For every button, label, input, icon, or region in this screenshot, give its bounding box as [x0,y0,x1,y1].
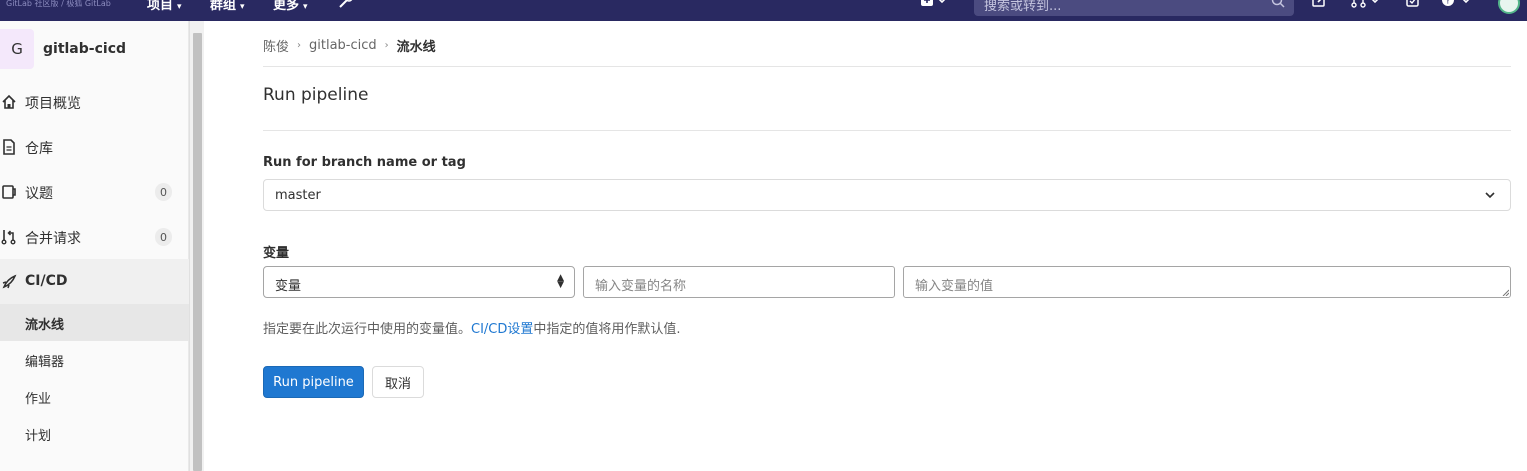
search-input[interactable]: 搜索或转到... [974,0,1294,16]
sidebar-item-overview[interactable]: 项目概览 [0,79,189,124]
breadcrumb: 陈俊 › gitlab-cicd › 流水线 [263,36,436,55]
sidebar-item-issues[interactable]: 议题 0 [0,169,189,214]
project-name[interactable]: gitlab-cicd [43,41,126,57]
cancel-button[interactable]: 取消 [372,366,424,398]
run-pipeline-button[interactable]: Run pipeline [263,366,364,398]
search-placeholder: 搜索或转到... [984,0,1062,14]
sidebar-item-merge-requests[interactable]: 合并请求 0 [0,214,189,259]
merge-request-icon [1,230,16,245]
cicd-settings-link[interactable]: CI/CD设置 [471,322,533,337]
search-icon [1271,0,1285,8]
nav-more[interactable]: 更多 ▾ [273,0,308,13]
variables-label: 变量 [263,246,290,261]
variable-type-select[interactable]: 变量 ▲ ▼ [263,266,575,298]
branch-select[interactable]: master [263,179,1511,211]
merge-requests-count-badge: 0 [155,228,172,246]
sidebar-item-repository[interactable]: 仓库 [0,124,189,169]
top-navbar: GitLab 社区版 / 极狐 GitLab 项目 ▾ 群组 ▾ 更多 ▾ 搜索或转到… [0,0,1527,21]
rocket-icon [2,274,17,289]
chevron-down-icon [1485,192,1495,199]
merge-request-icon[interactable] [1351,0,1385,12]
resize-handle-icon[interactable] [1502,289,1509,296]
logo-text[interactable]: GitLab 社区版 / 极狐 GitLab [6,0,111,9]
sidebar-item-label: CI/CD [25,273,68,289]
page-title: Run pipeline [263,85,369,105]
sidebar-item-label: 仓库 [25,141,53,157]
sidebar: G gitlab-cicd 项目概览 仓库 议题 0 合并请求 0 CI/CD … [0,21,189,471]
nav-groups[interactable]: 群组 ▾ [210,0,245,13]
project-avatar[interactable]: G [0,29,34,69]
variable-value-input[interactable]: 输入变量的值 [903,266,1511,298]
plus-square-icon[interactable] [920,0,950,12]
sidebar-subitem-label: 计划 [25,429,52,444]
help-suffix: 中指定的值将用作默认值. [533,322,681,337]
edit-icon[interactable] [1312,0,1328,12]
main-content: 陈俊 › gitlab-cicd › 流水线 Run pipeline Run … [204,21,1527,471]
nav-projects[interactable]: 项目 ▾ [147,0,182,13]
sidebar-item-label: 合并请求 [25,231,81,247]
sidebar-scroll-thumb[interactable] [193,33,202,471]
breadcrumb-item-project[interactable]: gitlab-cicd [309,38,377,53]
doc-icon [3,139,15,155]
sidebar-subitem-label: 流水线 [25,318,65,333]
wrench-icon[interactable] [338,0,354,12]
sidebar-subitem-pipelines[interactable]: 流水线 [0,304,189,341]
sidebar-subitem-editor[interactable]: 编辑器 [0,341,189,378]
variable-value-placeholder: 输入变量的值 [915,279,994,294]
variable-name-placeholder: 输入变量的名称 [595,279,687,294]
sidebar-item-label: 议题 [25,186,53,202]
issues-count-badge: 0 [155,183,172,201]
variable-name-input[interactable]: 输入变量的名称 [583,266,895,298]
home-icon [2,94,16,109]
breadcrumb-item-current[interactable]: 流水线 [397,36,436,55]
breadcrumb-separator: › [384,40,389,51]
breadcrumb-divider [263,66,1511,67]
variables-help-text: 指定要在此次运行中使用的变量值。CI/CD设置中指定的值将用作默认值. [263,318,681,337]
todo-icon[interactable] [1406,0,1420,12]
sidebar-subitem-jobs[interactable]: 作业 [0,378,189,415]
sidebar-item-label: 项目概览 [25,96,81,112]
breadcrumb-separator: › [297,40,302,51]
sidebar-subitem-schedules[interactable]: 计划 [0,415,189,452]
project-header[interactable]: G gitlab-cicd [0,29,189,69]
svg-text:?: ? [1446,0,1451,7]
help-icon[interactable]: ? [1441,0,1477,12]
sidebar-subitem-label: 编辑器 [25,355,65,370]
sidebar-subitem-label: 作业 [25,392,52,407]
issues-icon [2,185,16,199]
branch-label: Run for branch name or tag [263,155,466,170]
help-prefix: 指定要在此次运行中使用的变量值。 [263,322,472,337]
variable-type-value: 变量 [275,279,302,294]
sidebar-item-cicd[interactable]: CI/CD [0,259,189,304]
avatar[interactable] [1498,0,1520,14]
branch-select-value: master [275,188,321,203]
sidebar-scrollbar[interactable] [189,21,204,471]
title-divider [263,130,1511,131]
breadcrumb-item-user[interactable]: 陈俊 [263,36,289,55]
select-arrows-icon: ▲ ▼ [557,273,564,290]
